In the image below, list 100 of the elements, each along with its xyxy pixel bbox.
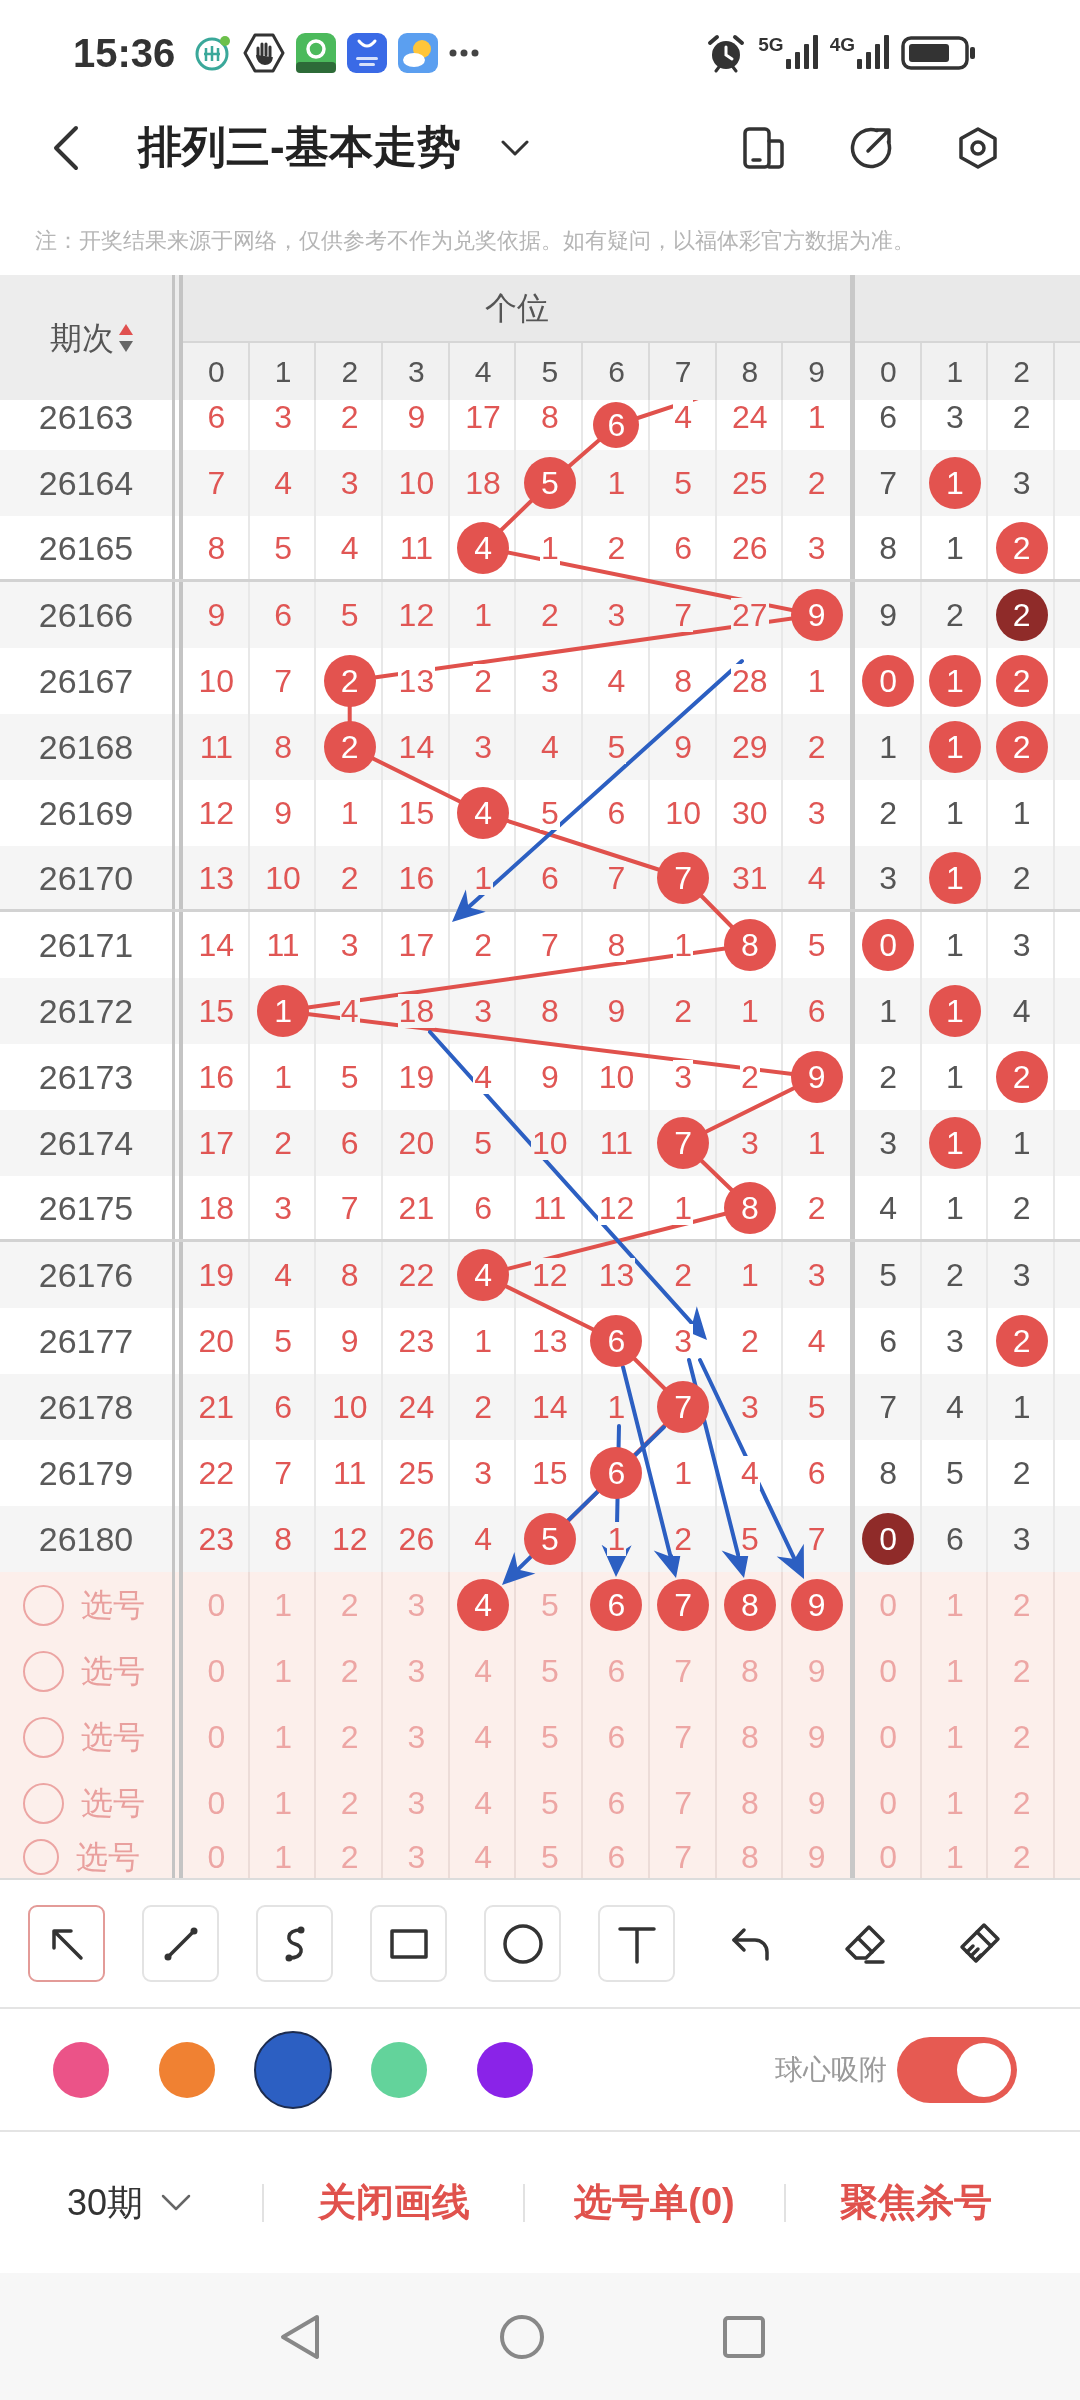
number-ball: 9 bbox=[790, 589, 843, 641]
number-ball[interactable]: 6 bbox=[590, 1579, 643, 1631]
more-icon bbox=[449, 48, 480, 57]
group-header: 个位 bbox=[484, 292, 549, 324]
column-header: 9 bbox=[808, 356, 825, 387]
period-number: 26166 bbox=[38, 598, 134, 632]
share-icon[interactable] bbox=[849, 125, 893, 170]
number-ball: 2 bbox=[995, 589, 1048, 641]
signal-icon bbox=[857, 32, 889, 69]
app-icon bbox=[296, 32, 337, 73]
number-ball: 5 bbox=[523, 1513, 576, 1565]
line-tool-button[interactable] bbox=[142, 1905, 219, 1982]
number-ball: 2 bbox=[995, 521, 1048, 574]
period-number: 26179 bbox=[38, 1456, 134, 1490]
number-ball: 9 bbox=[790, 1051, 843, 1103]
number-ball: 6 bbox=[590, 1315, 643, 1367]
number-ball[interactable]: 4 bbox=[457, 1579, 510, 1631]
period-number: 26174 bbox=[38, 1126, 134, 1160]
pick-label: 选号 bbox=[81, 1787, 145, 1819]
number-ball: 1 bbox=[928, 655, 981, 707]
battery-icon bbox=[901, 33, 977, 72]
column-header: 1 bbox=[274, 356, 292, 387]
rectangle-tool-button[interactable] bbox=[370, 1905, 447, 1982]
signal-icon bbox=[785, 32, 818, 69]
radio-button[interactable] bbox=[23, 1584, 64, 1626]
column-header: 2 bbox=[1013, 356, 1030, 387]
arrow-tool-button[interactable] bbox=[28, 1905, 105, 1982]
circle-icon bbox=[500, 1921, 545, 1966]
radio-button[interactable] bbox=[23, 1839, 59, 1875]
hand-icon bbox=[243, 32, 286, 73]
chevron-down-icon bbox=[161, 2194, 192, 2211]
number-ball: 4 bbox=[457, 787, 510, 839]
circle-tool-button[interactable] bbox=[484, 1905, 561, 1982]
period-number: 26176 bbox=[38, 1258, 134, 1292]
pick-label: 选号 bbox=[76, 1841, 140, 1873]
period-number: 26168 bbox=[38, 730, 134, 764]
miss-count: 1 bbox=[606, 1522, 627, 1556]
action-button[interactable]: 选号单(0) bbox=[574, 2179, 735, 2226]
column-header: 1 bbox=[946, 356, 964, 387]
number-ball: 6 bbox=[590, 1447, 643, 1499]
action-button[interactable]: 关闭画线 bbox=[317, 2179, 470, 2226]
back-icon[interactable] bbox=[52, 124, 80, 171]
number-ball: 6 bbox=[593, 402, 640, 448]
column-header: 5 bbox=[541, 356, 559, 387]
emblem-icon bbox=[194, 33, 233, 72]
number-ball: 1 bbox=[928, 721, 981, 773]
number-ball[interactable]: 9 bbox=[790, 1579, 843, 1631]
period-number: 26180 bbox=[38, 1522, 134, 1556]
settings-icon[interactable] bbox=[956, 125, 1000, 170]
number-ball: 2 bbox=[995, 655, 1048, 707]
number-ball: 7 bbox=[657, 851, 710, 904]
miss-count: 18 bbox=[397, 994, 436, 1028]
number-ball: 1 bbox=[928, 985, 981, 1037]
app-icon bbox=[347, 32, 388, 73]
period-number: 26163 bbox=[38, 400, 134, 434]
period-number: 26165 bbox=[38, 530, 134, 565]
period-number: 26170 bbox=[38, 860, 134, 895]
number-ball: 2 bbox=[323, 655, 376, 707]
period-number: 26171 bbox=[38, 928, 134, 962]
radio-button[interactable] bbox=[23, 1716, 64, 1758]
radio-button[interactable] bbox=[23, 1650, 64, 1692]
miss-count: 4 bbox=[739, 1456, 760, 1490]
number-ball: 1 bbox=[257, 985, 310, 1037]
alarm-icon bbox=[706, 32, 747, 73]
device-icon[interactable] bbox=[742, 125, 786, 170]
column-header: 2 bbox=[341, 356, 359, 387]
period-number: 26164 bbox=[38, 466, 134, 500]
number-ball: 0 bbox=[862, 919, 915, 971]
radio-button[interactable] bbox=[23, 1782, 64, 1824]
number-ball[interactable]: 7 bbox=[657, 1579, 710, 1631]
action-button[interactable]: 聚焦杀号 bbox=[839, 2179, 992, 2226]
text-tool-button[interactable] bbox=[598, 1905, 675, 1982]
column-header: 8 bbox=[741, 356, 759, 387]
pick-label: 选号 bbox=[81, 1721, 145, 1753]
number-ball: 2 bbox=[323, 721, 376, 773]
number-ball: 0 bbox=[862, 1513, 915, 1565]
number-ball[interactable]: 8 bbox=[723, 1579, 776, 1631]
home-icon[interactable] bbox=[499, 2313, 545, 2360]
curve-tool-button[interactable] bbox=[256, 1905, 333, 1982]
recents-icon[interactable] bbox=[721, 2313, 767, 2360]
period-number: 26167 bbox=[38, 664, 134, 698]
period-number: 26177 bbox=[38, 1324, 134, 1358]
period-range-dropdown[interactable]: 30期 bbox=[67, 2180, 192, 2225]
period-number: 26169 bbox=[38, 796, 134, 830]
column-header: 3 bbox=[408, 356, 425, 387]
number-ball: 4 bbox=[457, 521, 510, 574]
number-ball: 2 bbox=[995, 721, 1048, 773]
column-header: 7 bbox=[674, 356, 692, 387]
column-header: 0 bbox=[208, 356, 225, 387]
column-header: 期次 bbox=[50, 321, 114, 354]
chevron-down-icon[interactable] bbox=[500, 139, 529, 156]
number-ball: 4 bbox=[457, 1249, 510, 1301]
column-header: 4 bbox=[474, 356, 492, 387]
weather-icon bbox=[398, 32, 439, 73]
number-ball: 0 bbox=[862, 655, 915, 707]
period-number: 26175 bbox=[38, 1190, 134, 1225]
column-header: 0 bbox=[879, 356, 897, 387]
sort-icon[interactable] bbox=[118, 322, 134, 353]
number-ball: 7 bbox=[657, 1381, 710, 1433]
number-ball: 1 bbox=[928, 851, 981, 904]
